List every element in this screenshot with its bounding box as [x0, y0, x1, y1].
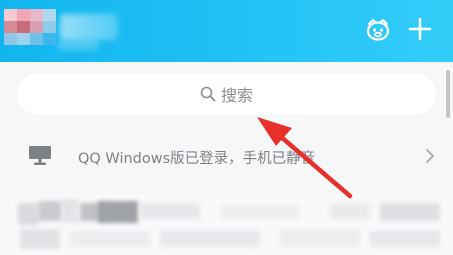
device-notice-text: QQ Windows版已登录，手机已静音 — [78, 151, 316, 167]
plus-icon[interactable] — [407, 16, 433, 42]
computer-icon — [29, 146, 51, 165]
conversation-list-blurred — [0, 195, 453, 255]
chevron-right-icon — [426, 149, 434, 163]
status-blurred — [58, 40, 98, 50]
search-icon — [200, 86, 216, 102]
device-login-notice[interactable]: QQ Windows版已登录，手机已静音 — [0, 136, 453, 176]
scrollbar[interactable] — [446, 70, 450, 118]
search-input[interactable]: 搜索 — [17, 73, 436, 115]
search-placeholder: 搜索 — [220, 86, 253, 105]
top-header-bar — [0, 0, 453, 62]
penguin-face-icon[interactable] — [365, 16, 391, 42]
avatar[interactable] — [4, 9, 56, 45]
username-blurred — [60, 14, 118, 40]
